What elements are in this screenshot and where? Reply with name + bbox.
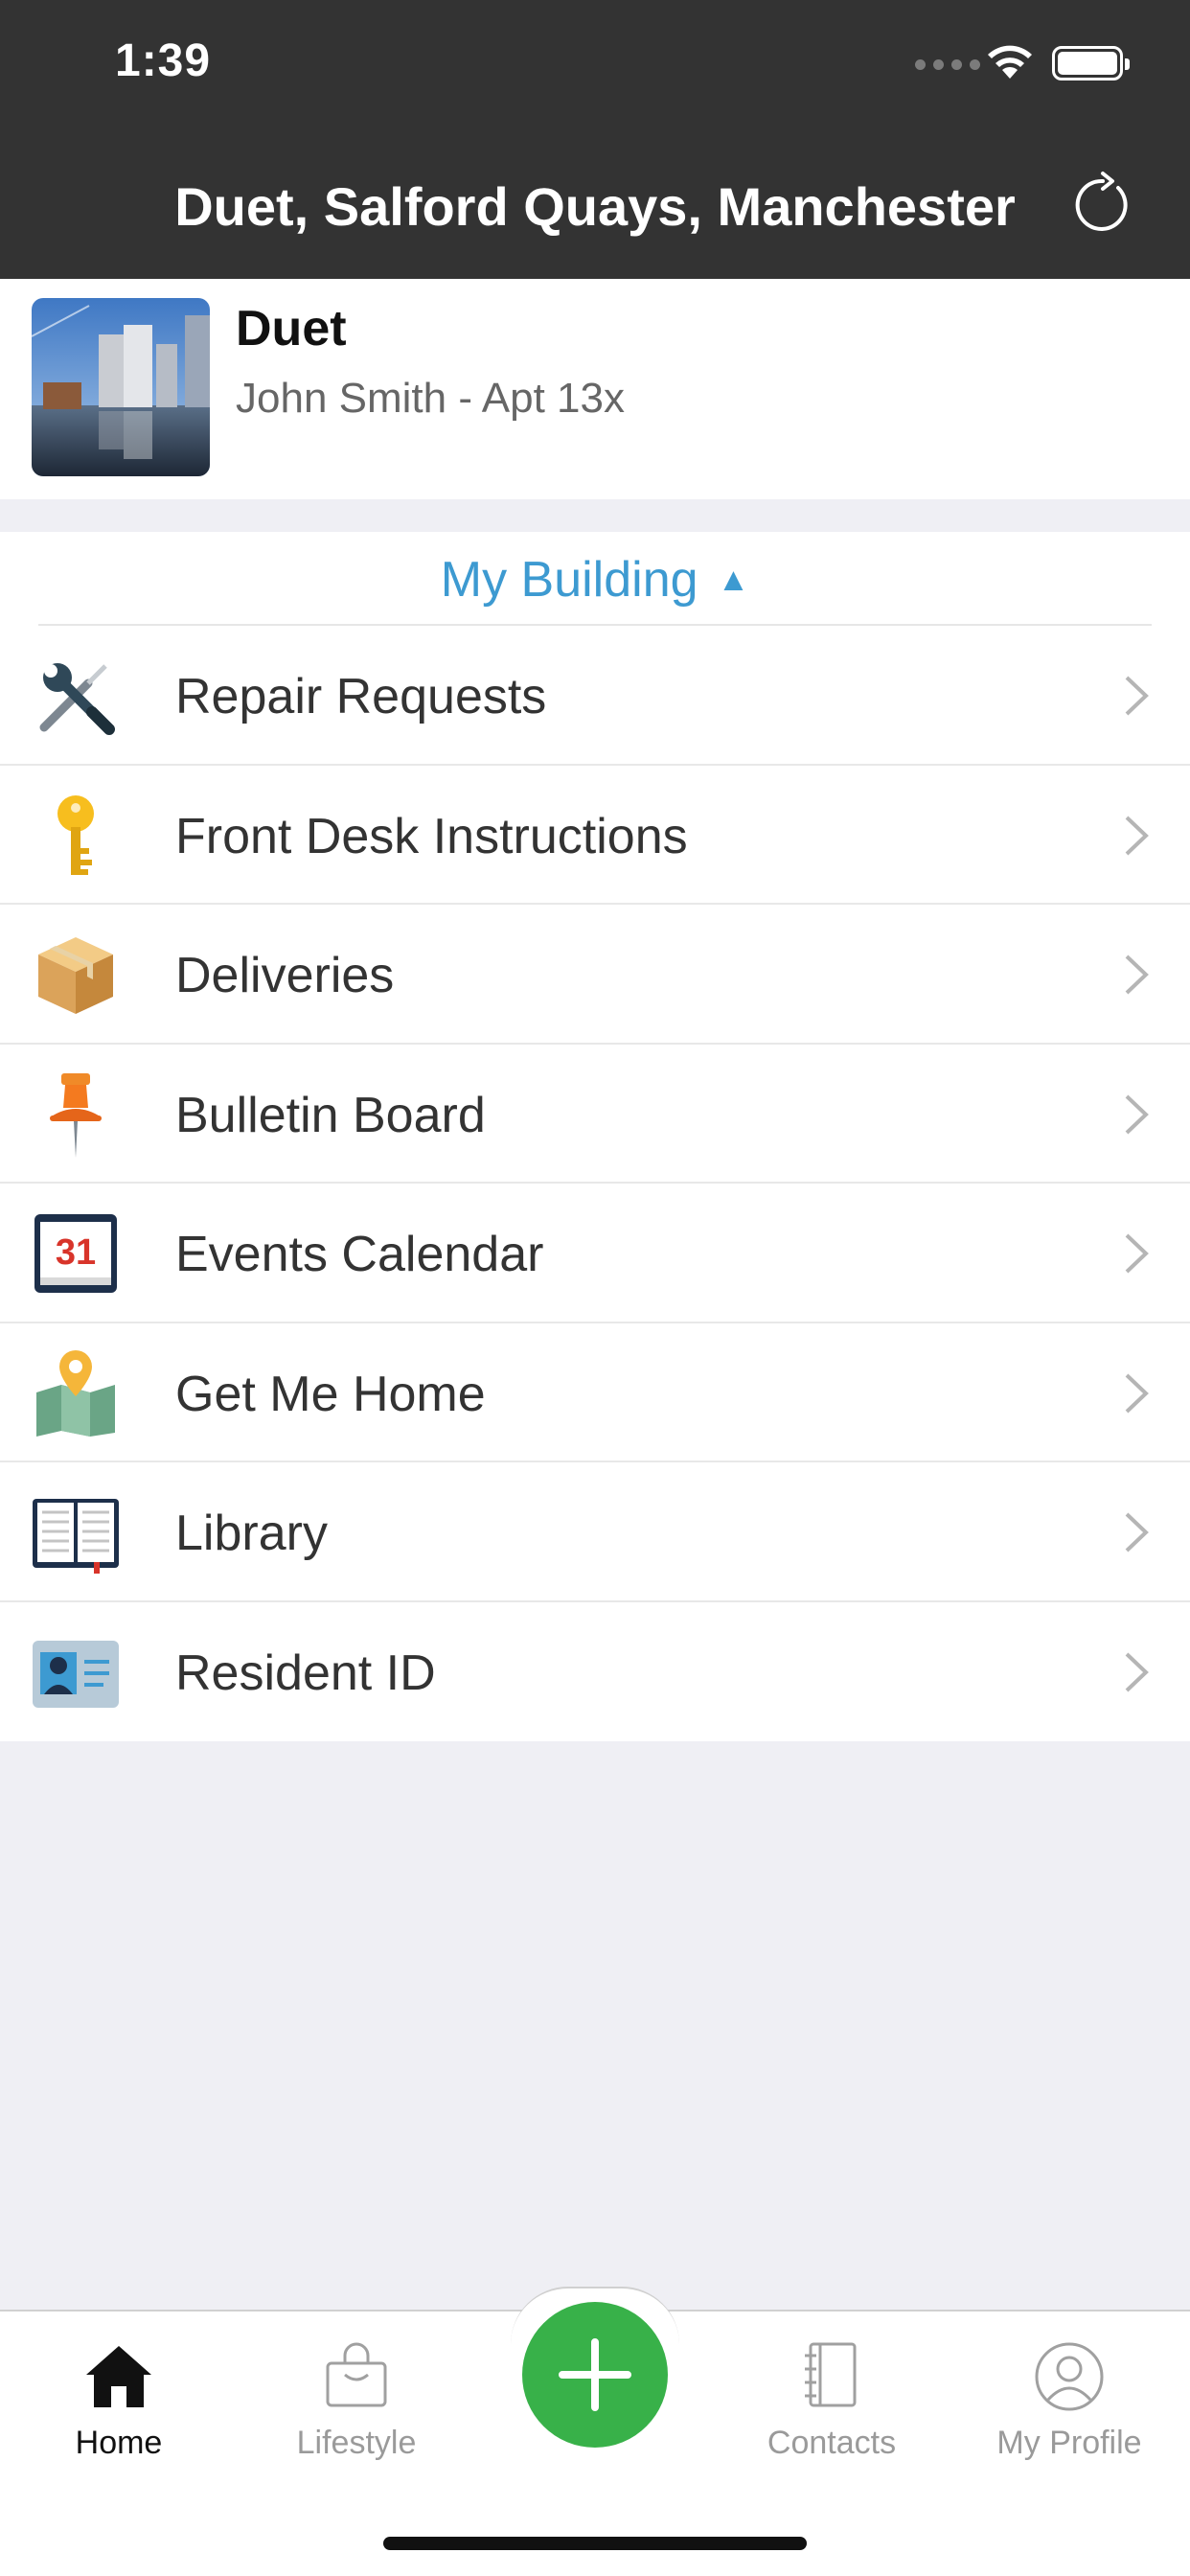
home-indicator[interactable] — [383, 2537, 807, 2550]
menu-item-events-calendar[interactable]: 31 Events Calendar — [0, 1184, 1190, 1323]
my-building-section-toggle[interactable]: My Building ▲ — [0, 532, 1190, 626]
chevron-right-icon — [1125, 816, 1149, 855]
building-card[interactable]: Duet John Smith - Apt 13x — [0, 279, 1190, 499]
key-icon — [57, 794, 94, 875]
menu-item-label: Repair Requests — [175, 669, 547, 724]
menu-item-label: Library — [175, 1506, 328, 1561]
tab-lifestyle[interactable]: Lifestyle — [251, 2340, 462, 2462]
menu-item-repair-requests[interactable]: Repair Requests — [0, 626, 1190, 766]
menu-item-label: Front Desk Instructions — [175, 808, 688, 864]
shopping-bag-icon — [326, 2342, 387, 2407]
wifi-icon — [988, 45, 1032, 79]
building-name: Duet — [236, 301, 347, 356]
id-card-icon — [33, 1640, 119, 1708]
menu-item-get-me-home[interactable]: Get Me Home — [0, 1323, 1190, 1462]
tab-home[interactable]: Home — [13, 2340, 224, 2462]
menu-item-library[interactable]: Library — [0, 1462, 1190, 1602]
book-icon — [33, 1499, 119, 1574]
chevron-right-icon — [1125, 1373, 1149, 1413]
section-title: My Building ▲ — [0, 551, 1190, 609]
page-title: Duet, Salford Quays, Manchester — [174, 176, 1016, 237]
pushpin-icon — [50, 1072, 102, 1158]
menu-item-label: Deliveries — [175, 948, 395, 1003]
add-button[interactable] — [522, 2302, 668, 2448]
chevron-right-icon — [1125, 676, 1149, 716]
home-icon — [86, 2346, 151, 2407]
chevron-right-icon — [1125, 1094, 1149, 1134]
menu-item-resident-id[interactable]: Resident ID — [0, 1602, 1190, 1742]
battery-icon — [1052, 46, 1130, 80]
menu-item-bulletin-board[interactable]: Bulletin Board — [0, 1045, 1190, 1184]
building-photo — [32, 298, 210, 476]
tab-label: Home — [75, 2425, 163, 2461]
calendar-icon: 31 — [34, 1214, 117, 1293]
menu-item-front-desk-instructions[interactable]: Front Desk Instructions — [0, 766, 1190, 905]
tab-label: My Profile — [996, 2425, 1142, 2461]
tab-label: Lifestyle — [296, 2425, 417, 2461]
menu-item-deliveries[interactable]: Deliveries — [0, 905, 1190, 1045]
package-icon — [38, 937, 113, 1014]
collapse-caret-icon: ▲ — [717, 562, 750, 598]
building-menu-list: Repair Requests Front Desk Instructions … — [0, 626, 1190, 1741]
cellular-signal-icon — [915, 59, 980, 70]
resident-info: John Smith - Apt 13x — [236, 375, 625, 422]
refresh-icon[interactable] — [1068, 171, 1137, 240]
calendar-day-number: 31 — [56, 1232, 96, 1273]
tab-label: Contacts — [767, 2425, 897, 2461]
menu-item-label: Events Calendar — [175, 1227, 544, 1282]
menu-item-label: Bulletin Board — [175, 1087, 486, 1143]
header-bar: 1:39 Duet, Salford Quays, Manchester — [0, 0, 1190, 279]
menu-item-label: Resident ID — [175, 1644, 436, 1701]
plus-icon — [559, 2338, 631, 2411]
chevron-right-icon — [1125, 1652, 1149, 1691]
map-pin-icon — [36, 1349, 115, 1437]
tools-icon — [39, 663, 115, 735]
tab-contacts[interactable]: Contacts — [726, 2340, 937, 2462]
tab-my-profile[interactable]: My Profile — [964, 2340, 1175, 2462]
contacts-book-icon — [805, 2342, 857, 2407]
profile-icon — [1035, 2342, 1104, 2411]
section-title-label: My Building — [440, 552, 698, 608]
chevron-right-icon — [1125, 1233, 1149, 1274]
status-time: 1:39 — [115, 35, 212, 86]
menu-item-label: Get Me Home — [175, 1366, 486, 1422]
chevron-right-icon — [1125, 1512, 1149, 1552]
chevron-right-icon — [1125, 954, 1149, 995]
